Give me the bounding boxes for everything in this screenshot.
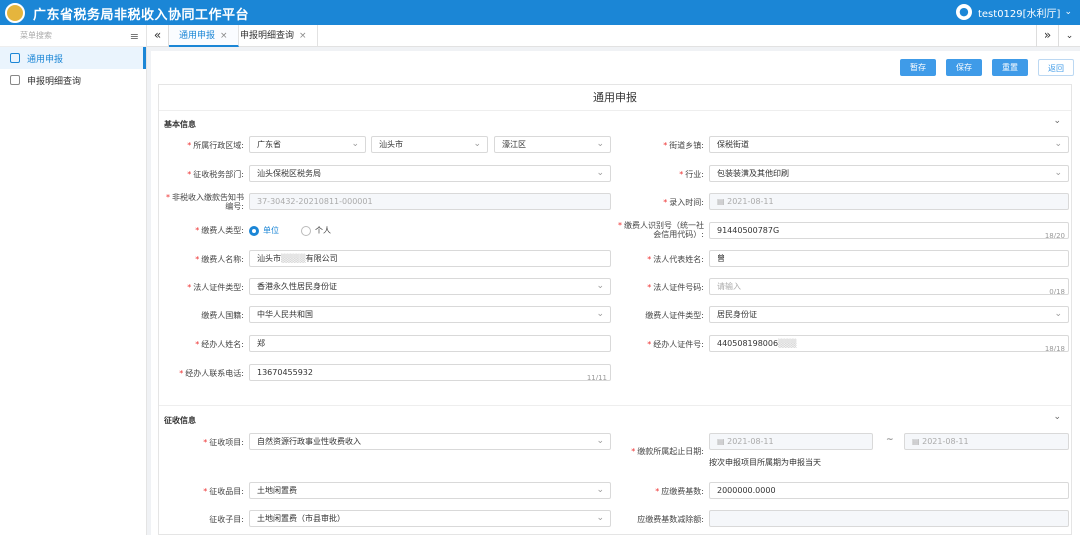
legal-rep-label: * 法人代表姓名:	[647, 255, 704, 264]
declaration-form: 通用申报 基本信息 ⌄ * 所属行政区域: 广东省 ⌄ 汕头市 ⌄ 濠江区 ⌄ * 街道乡…	[158, 84, 1072, 535]
base-label: * 应缴费基数:	[655, 487, 704, 496]
period-start-field: ▤ 2021-08-11	[709, 433, 873, 450]
payer-cert-type-select[interactable]: 居民身份证 ⌄	[709, 306, 1069, 323]
user-avatar-icon: ●	[955, 4, 972, 20]
handler-cert-no-label: * 经办人证件号:	[647, 340, 704, 349]
chevron-down-icon[interactable]: ⌄	[1058, 25, 1080, 47]
sidebar-item-declaration-query[interactable]: 申报明细查询	[0, 69, 146, 91]
category-select[interactable]: 土地闲置费 ⌄	[249, 482, 611, 499]
back-button[interactable]: 返回	[1038, 59, 1074, 76]
user-name: test0129[水利厅]	[977, 8, 1061, 20]
tabs-scroll-left-icon[interactable]: «	[147, 25, 169, 47]
reset-button[interactable]: 重置	[992, 59, 1028, 76]
user-menu[interactable]: ● test0129[水利厅] ⌄	[955, 4, 1072, 20]
payer-name-label: * 缴费人名称:	[195, 255, 244, 264]
legal-cert-no-field[interactable]: 请输入 0/18	[709, 278, 1069, 295]
street-select[interactable]: 保税街道 ⌄	[709, 136, 1069, 153]
industry-label: * 行业:	[679, 170, 704, 179]
payer-type-unit-radio[interactable]: 单位	[249, 225, 279, 236]
legal-cert-type-select[interactable]: 香港永久性居民身份证 ⌄	[249, 278, 611, 295]
nationality-label: 缴费人国籍:	[201, 311, 244, 320]
section-collect-info: 征收信息	[164, 416, 196, 425]
app-title: 广东省税务局非税收入协同工作平台	[33, 8, 250, 23]
collect-item-label: * 征收项目:	[203, 438, 244, 447]
period-label: * 缴款所属起止日期:	[631, 447, 704, 456]
tab-general-declaration[interactable]: 通用申报 ×	[169, 25, 239, 47]
collapse-chevron-icon[interactable]: ⌄	[1053, 116, 1061, 126]
sidebar-search[interactable]: 菜单搜索 ≡	[0, 25, 146, 47]
category-label: * 征收品目:	[203, 487, 244, 496]
document-icon	[10, 53, 20, 63]
payer-name-field[interactable]: 汕头市▒▒▒▒有限公司	[249, 250, 611, 267]
section-divider	[159, 405, 1071, 406]
collapse-chevron-icon[interactable]: ⌄	[1053, 412, 1061, 422]
legal-cert-type-label: * 法人证件类型:	[187, 283, 244, 292]
notice-no-label: * 非税收入缴款告知书编号:	[166, 193, 244, 211]
region-label: * 所属行政区域:	[187, 141, 244, 150]
period-end-field: ▤ 2021-08-11	[904, 433, 1069, 450]
calendar-icon: ▤	[912, 437, 923, 446]
collect-item-select[interactable]: 自然资源行政事业性收费收入 ⌄	[249, 433, 611, 450]
form-title: 通用申报	[159, 85, 1071, 111]
chevron-down-icon: ⌄	[1064, 7, 1072, 17]
deduct-label: 应缴费基数减除额:	[637, 515, 704, 524]
handler-name-field[interactable]: 郑	[249, 335, 611, 352]
sub-item-select[interactable]: 土地闲置费（市县审批） ⌄	[249, 510, 611, 527]
tax-dept-select[interactable]: 汕头保税区税务局 ⌄	[249, 165, 611, 182]
legal-rep-field[interactable]: 曾	[709, 250, 1069, 267]
save-button[interactable]: 保存	[946, 59, 982, 76]
city-select[interactable]: 汕头市 ⌄	[371, 136, 488, 153]
entry-time-field: ▤ 2021-08-11	[709, 193, 1069, 210]
period-note: 按次申报项目所属期为申报当天	[709, 458, 821, 467]
menu-search-input[interactable]: 菜单搜索	[20, 30, 52, 41]
payer-type-person-radio[interactable]: 个人	[301, 225, 331, 236]
section-basic-info: 基本信息	[164, 120, 196, 129]
province-select[interactable]: 广东省 ⌄	[249, 136, 366, 153]
tax-dept-label: * 征收税务部门:	[187, 170, 244, 179]
handler-phone-field[interactable]: 13670455932 11/11	[249, 364, 611, 381]
handler-phone-label: * 经办人联系电话:	[179, 369, 244, 378]
close-icon[interactable]: ×	[220, 31, 228, 41]
sidebar-item-label: 申报明细查询	[27, 76, 82, 87]
deduct-field	[709, 510, 1069, 527]
main-content: 暂存 保存 重置 返回 通用申报 基本信息 ⌄ * 所属行政区域: 广东省 ⌄ 汕头…	[151, 51, 1080, 535]
payer-id-field[interactable]: 91440500787G 18/20	[709, 222, 1069, 239]
tab-declaration-query[interactable]: 申报明细查询 ×	[230, 25, 318, 47]
payer-type-label: * 缴费人类型:	[195, 226, 244, 235]
nationality-select[interactable]: 中华人民共和国 ⌄	[249, 306, 611, 323]
tab-label: 通用申报	[179, 31, 216, 41]
handler-cert-no-field[interactable]: 440508198006▒▒▒ 18/18	[709, 335, 1069, 352]
payer-cert-type-label: 缴费人证件类型:	[645, 311, 704, 320]
calendar-icon: ▤	[717, 197, 728, 206]
top-bar: 广东省税务局非税收入协同工作平台 ● test0129[水利厅] ⌄	[0, 0, 1080, 25]
notice-no-field: 37-30432-20210811-000001	[249, 193, 611, 210]
sidebar-item-label: 通用申报	[27, 54, 64, 65]
entry-time-label: * 录入时间:	[663, 198, 704, 207]
document-icon	[10, 75, 20, 85]
tax-logo-icon	[5, 3, 25, 23]
save-temp-button[interactable]: 暂存	[900, 59, 936, 76]
sidebar-item-general-declaration[interactable]: 通用申报	[0, 47, 146, 69]
menu-toggle-icon[interactable]: ≡	[130, 30, 139, 43]
district-select[interactable]: 濠江区 ⌄	[494, 136, 611, 153]
action-toolbar: 暂存 保存 重置 返回	[900, 59, 1074, 76]
period-separator: ~	[886, 435, 894, 445]
base-field[interactable]: 2000000.0000	[709, 482, 1069, 499]
tabs-bar: « 通用申报 × 申报明细查询 × » ⌄	[147, 25, 1080, 47]
handler-name-label: * 经办人姓名:	[195, 340, 244, 349]
sidebar: 菜单搜索 ≡ 通用申报 申报明细查询	[0, 25, 147, 535]
calendar-icon: ▤	[717, 437, 728, 446]
industry-select[interactable]: 包装装潢及其他印刷 ⌄	[709, 165, 1069, 182]
tab-label: 申报明细查询	[240, 31, 295, 41]
street-label: * 街道乡镇:	[663, 141, 704, 150]
close-icon[interactable]: ×	[299, 31, 307, 41]
legal-cert-no-label: * 法人证件号码:	[647, 283, 704, 292]
sub-item-label: 征收子目:	[209, 515, 244, 524]
tabs-scroll-right-icon[interactable]: »	[1036, 25, 1058, 47]
payer-id-label: * 缴费人识别号（统一社会信用代码）:	[618, 221, 704, 239]
